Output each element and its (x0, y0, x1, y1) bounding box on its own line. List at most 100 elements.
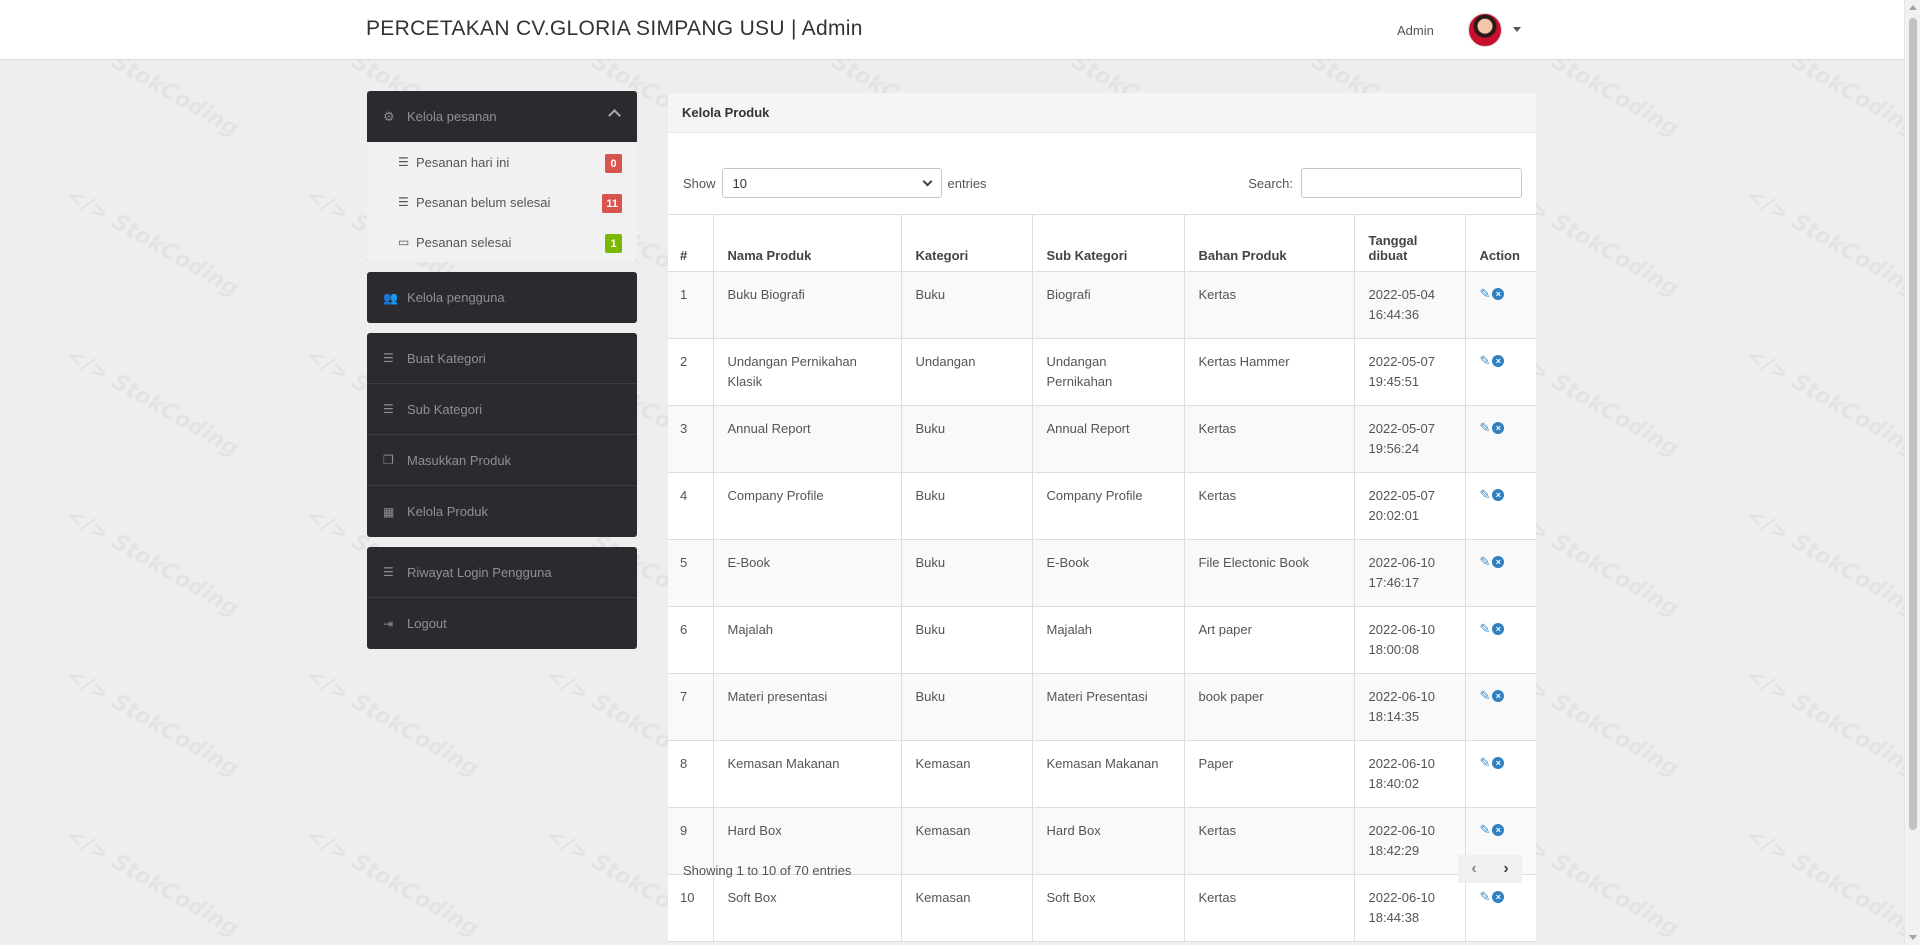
watermark-text: </> StokCoding (62, 183, 243, 302)
table-cell-bahan: book paper (1183, 673, 1355, 741)
table-cell-kategori: Kemasan (900, 807, 1033, 875)
sidebar-item-sub-kategori[interactable]: ☰ Sub Kategori (367, 384, 637, 435)
table-cell-bahan: Kertas (1183, 405, 1355, 473)
watermark-text: </> StokCoding (62, 343, 243, 462)
table-cell-no: 4 (668, 472, 714, 540)
column-header[interactable]: Nama Produk (712, 214, 902, 272)
table-cell-bahan: Kertas (1183, 807, 1355, 875)
user-name[interactable]: Admin (1397, 23, 1434, 38)
entries-select[interactable]: 10 (721, 168, 942, 198)
remove-icon[interactable]: × (1492, 824, 1505, 836)
show-label: Show (683, 175, 716, 191)
table-cell-nama: Company Profile (712, 472, 902, 540)
sidebar-item-pesanan-hari-ini[interactable]: ☰ Pesanan hari ini 0 (367, 142, 637, 182)
brand-title[interactable]: PERCETAKAN CV.GLORIA SIMPANG USU | Admin (366, 17, 863, 41)
sidebar-item-label: Kelola pengguna (407, 290, 505, 305)
edit-icon[interactable]: ✎ (1480, 421, 1491, 434)
avatar[interactable] (1468, 13, 1502, 47)
remove-icon[interactable]: × (1492, 355, 1505, 367)
products-panel: Kelola Produk Show 10 entries Search: # … (668, 93, 1536, 942)
sidebar-item-kelola-pesanan[interactable]: ⚙ Kelola pesanan (367, 91, 637, 142)
edit-icon[interactable]: ✎ (1480, 622, 1491, 635)
previous-page-button[interactable]: ‹ (1458, 855, 1490, 883)
sidebar-item-label: Logout (407, 616, 447, 631)
sidebar-item-pesanan-selesai[interactable]: ▭ Pesanan selesai 1 (367, 222, 637, 262)
table-cell-no: 6 (668, 606, 714, 674)
next-page-button[interactable]: › (1490, 855, 1522, 883)
remove-icon[interactable]: × (1492, 556, 1505, 568)
logout-icon: ⇥ (383, 616, 394, 631)
scroll-up-icon[interactable] (1909, 5, 1917, 10)
search-control: Search: (1248, 168, 1522, 198)
column-header: Action (1464, 214, 1536, 272)
sidebar-item-riwayat-login[interactable]: ☰ Riwayat Login Pengguna (367, 547, 637, 598)
table-cell-kategori: Kemasan (900, 874, 1033, 942)
table-cell-sub: Materi Presentasi (1031, 673, 1185, 741)
column-header[interactable]: Bahan Produk (1183, 214, 1355, 272)
table-cell-sub: Company Profile (1031, 472, 1185, 540)
remove-icon[interactable]: × (1492, 422, 1505, 434)
inbox-icon: ▭ (398, 235, 410, 249)
page-title: Kelola Produk (668, 93, 1536, 133)
row-actions: ✎ × (1480, 553, 1523, 568)
column-header[interactable]: # (668, 214, 714, 272)
sidebar-item-logout[interactable]: ⇥ Logout (367, 598, 637, 649)
edit-icon[interactable]: ✎ (1480, 890, 1491, 903)
edit-icon[interactable]: ✎ (1480, 488, 1491, 501)
sidebar: ⚙ Kelola pesanan ☰ Pesanan hari ini 0 ☰ … (367, 91, 637, 659)
edit-icon[interactable]: ✎ (1480, 823, 1491, 836)
top-navbar: PERCETAKAN CV.GLORIA SIMPANG USU | Admin… (0, 0, 1904, 60)
remove-icon[interactable]: × (1492, 489, 1505, 501)
table-cell-tanggal: 2022-06-10 17:46:17 (1353, 539, 1466, 607)
table-cell-action: ✎ × (1464, 472, 1536, 540)
remove-icon[interactable]: × (1492, 623, 1505, 635)
table-cell-sub: Annual Report (1031, 405, 1185, 473)
edit-icon[interactable]: ✎ (1480, 689, 1491, 702)
orders-panel: ⚙ Kelola pesanan ☰ Pesanan hari ini 0 ☰ … (367, 91, 637, 262)
table-cell-bahan: Kertas (1183, 271, 1355, 339)
column-header[interactable]: Sub Kategori (1031, 214, 1185, 272)
chevron-up-icon[interactable] (608, 109, 621, 122)
search-label: Search: (1248, 175, 1293, 191)
watermark-text: </> StokCoding (62, 823, 243, 942)
sidebar-item-label: Riwayat Login Pengguna (407, 564, 552, 580)
table-row: 3 Annual Report Buku Annual Report Kertas 202… (668, 405, 1536, 473)
table-cell-action: ✎ × (1464, 271, 1536, 339)
sidebar-item-pesanan-belum-selesai[interactable]: ☰ Pesanan belum selesai 11 (367, 182, 637, 222)
table-row: 2 Undangan Pernikahan Klasik Undangan Undan… (668, 338, 1536, 406)
edit-icon[interactable]: ✎ (1480, 555, 1491, 568)
watermark-text: </> StokCoding (1742, 503, 1920, 622)
edit-icon[interactable]: ✎ (1480, 756, 1491, 769)
remove-icon[interactable]: × (1492, 288, 1505, 300)
table-cell-no: 7 (668, 673, 714, 741)
sidebar-item-label: Pesanan belum selesai (416, 194, 551, 210)
watermark-text: </> StokCoding (1742, 343, 1920, 462)
watermark-text: </> StokCoding (62, 663, 243, 782)
table-cell-no: 10 (668, 874, 714, 942)
entries-select-value: 10 (732, 175, 747, 191)
search-input[interactable] (1301, 168, 1522, 198)
column-header[interactable]: Tanggal dibuat (1353, 214, 1466, 272)
table-cell-no: 5 (668, 539, 714, 607)
edit-icon[interactable]: ✎ (1480, 354, 1491, 367)
scroll-down-icon[interactable] (1909, 935, 1917, 940)
column-header[interactable]: Kategori (900, 214, 1033, 272)
vertical-scrollbar[interactable] (1904, 0, 1920, 945)
remove-icon[interactable]: × (1492, 690, 1505, 702)
table-cell-nama: Materi presentasi (712, 673, 902, 741)
sidebar-item-buat-kategori[interactable]: ☰ Buat Kategori (367, 333, 637, 384)
table-cell-bahan: Kertas Hammer (1183, 338, 1355, 406)
caret-down-icon[interactable] (1513, 27, 1521, 32)
sidebar-item-kelola-produk[interactable]: ▦ Kelola Produk (367, 486, 637, 537)
table-cell-action: ✎ × (1464, 740, 1536, 808)
remove-icon[interactable]: × (1492, 757, 1505, 769)
remove-icon[interactable]: × (1492, 891, 1505, 903)
table-icon: ▦ (383, 504, 395, 519)
sidebar-item-masukkan-produk[interactable]: ❐ Masukkan Produk (367, 435, 637, 486)
sidebar-item-kelola-pengguna[interactable]: 👥 Kelola pengguna (367, 272, 637, 323)
table-cell-tanggal: 2022-06-10 18:44:38 (1353, 874, 1466, 942)
edit-icon[interactable]: ✎ (1480, 287, 1491, 300)
table-cell-tanggal: 2022-06-10 18:14:35 (1353, 673, 1466, 741)
scroll-thumb[interactable] (1909, 18, 1917, 830)
table-cell-tanggal: 2022-06-10 18:40:02 (1353, 740, 1466, 808)
